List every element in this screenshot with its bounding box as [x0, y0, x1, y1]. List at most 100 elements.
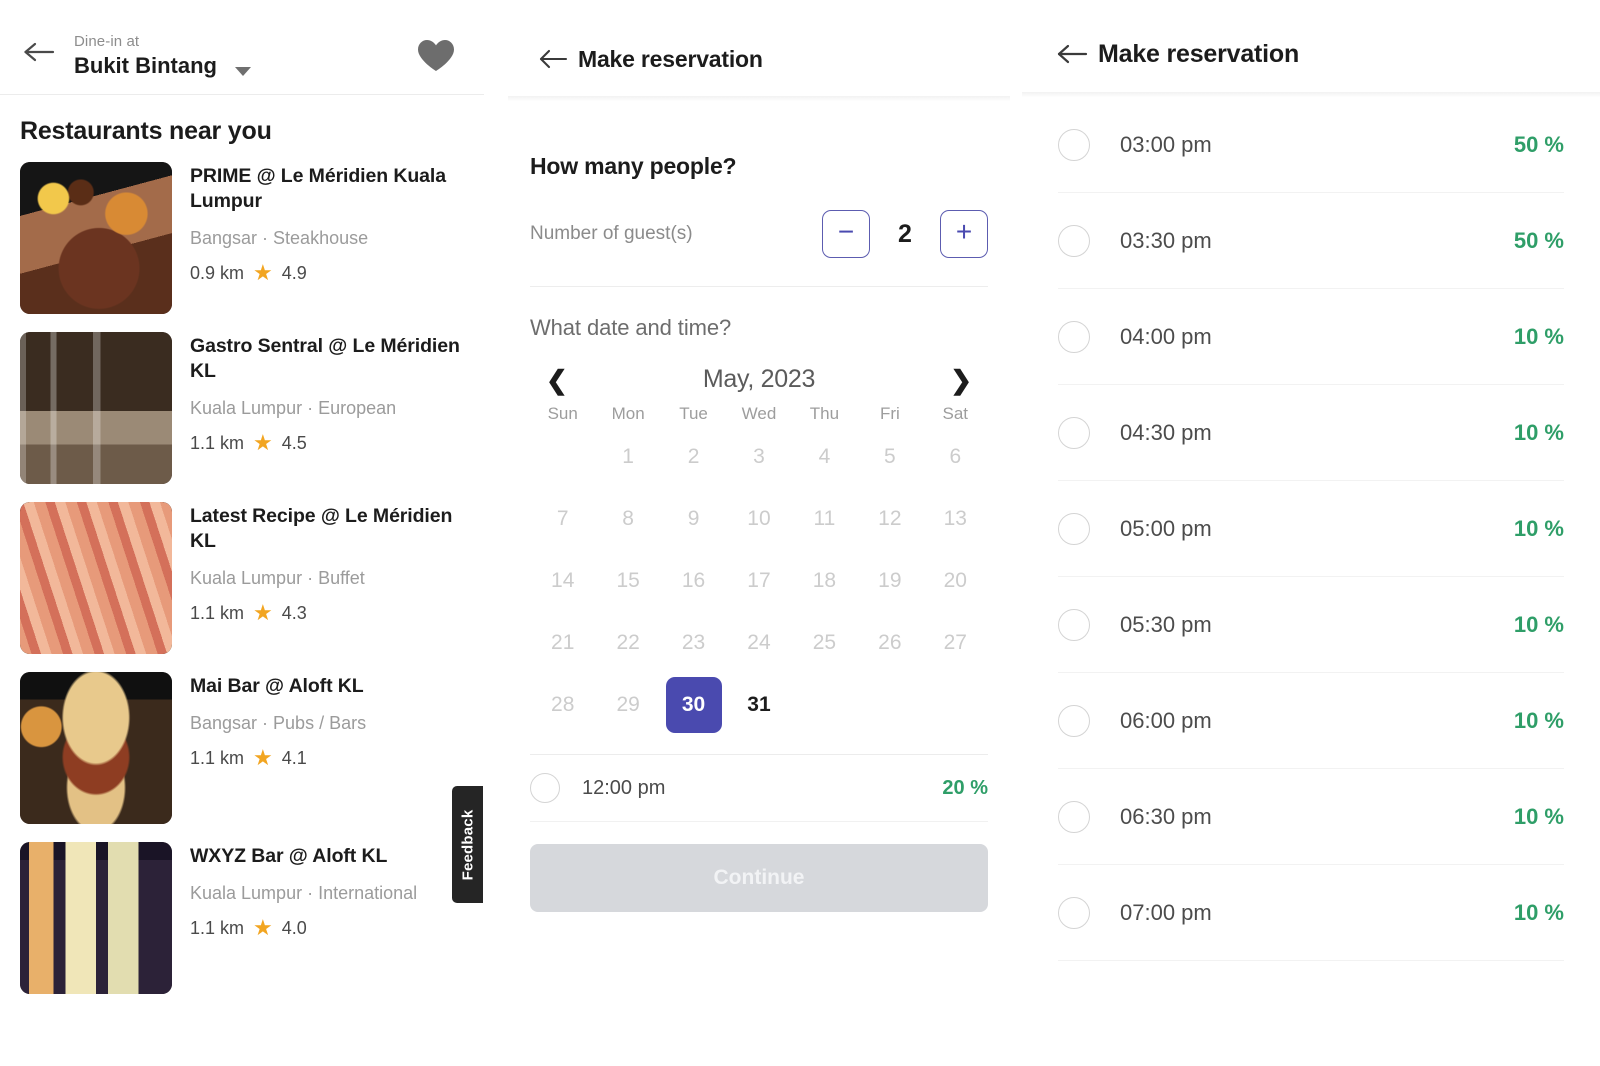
calendar-day-label: 6	[927, 429, 983, 485]
radio-icon[interactable]	[1058, 609, 1090, 641]
time-slot-discount: 10 %	[1514, 900, 1564, 926]
restaurant-info: WXYZ Bar @ Aloft KL Kuala Lumpur · Inter…	[190, 842, 484, 939]
calendar-day-4: 4	[792, 426, 857, 488]
restaurant-list: PRIME @ Le Méridien Kuala Lumpur Bangsar…	[0, 162, 484, 997]
restaurant-distance: 1.1 km	[190, 432, 244, 454]
page-title: Restaurants near you	[20, 117, 484, 146]
calendar-day-21: 21	[530, 612, 595, 674]
calendar-day-31[interactable]: 31	[726, 674, 791, 736]
list-item[interactable]: WXYZ Bar @ Aloft KL Kuala Lumpur · Inter…	[0, 842, 484, 997]
calendar-day-label: 12	[862, 491, 918, 547]
radio-icon[interactable]	[530, 773, 560, 803]
calendar-day-28: 28	[530, 674, 595, 736]
calendar-dow-thu: Thu	[792, 394, 857, 426]
calendar-day-30[interactable]: 30	[661, 674, 726, 736]
time-slot-row[interactable]: 03:30 pm50 %	[1058, 193, 1564, 289]
calendar-day-11: 11	[792, 488, 857, 550]
time-slot-row[interactable]: 04:30 pm10 %	[1058, 385, 1564, 481]
guest-count-row: Number of guest(s) − 2 +	[530, 210, 988, 287]
time-slot-row[interactable]: 04:00 pm10 %	[1058, 289, 1564, 385]
radio-icon[interactable]	[1058, 705, 1090, 737]
restaurant-meta: Bangsar · Steakhouse	[190, 227, 470, 249]
page-title: Make reservation	[1098, 40, 1299, 69]
back-arrow-icon[interactable]	[1056, 42, 1088, 71]
radio-icon[interactable]	[1058, 321, 1090, 353]
time-slot-row[interactable]: 05:00 pm10 %	[1058, 481, 1564, 577]
calendar-days-grid: 1234567891011121314151617181920212223242…	[530, 426, 988, 736]
people-question-label: How many people?	[530, 153, 988, 180]
time-slot-discount: 50 %	[1514, 132, 1564, 158]
calendar-day-5: 5	[857, 426, 922, 488]
slots-header: Make reservation	[1022, 0, 1600, 92]
calendar-day-blank	[530, 426, 595, 488]
restaurant-rating: 4.3	[282, 602, 307, 624]
increment-guest-button[interactable]: +	[940, 210, 988, 258]
calendar-day-label: 15	[600, 553, 656, 609]
calendar-nav: ❮ May, 2023 ❯	[530, 365, 988, 394]
radio-icon[interactable]	[1058, 129, 1090, 161]
chevron-left-icon[interactable]: ❮	[546, 367, 568, 393]
back-arrow-icon[interactable]	[22, 40, 56, 64]
calendar-day-16: 16	[661, 550, 726, 612]
time-slot-row[interactable]: 03:00 pm50 %	[1058, 97, 1564, 193]
calendar-day-15: 15	[595, 550, 660, 612]
feedback-tab[interactable]: Feedback	[452, 786, 483, 903]
time-slot-row[interactable]: 07:00 pm10 %	[1058, 865, 1564, 961]
list-item[interactable]: PRIME @ Le Méridien Kuala Lumpur Bangsar…	[0, 162, 484, 332]
calendar-day-label: 30	[666, 677, 722, 733]
calendar-day-label: 14	[535, 553, 591, 609]
restaurant-distance: 0.9 km	[190, 262, 244, 284]
calendar-day-label: 19	[862, 553, 918, 609]
calendar-day-label: 11	[796, 491, 852, 547]
calendar-day-label: 4	[796, 429, 852, 485]
radio-icon[interactable]	[1058, 897, 1090, 929]
radio-icon[interactable]	[1058, 417, 1090, 449]
calendar-day-8: 8	[595, 488, 660, 550]
radio-icon[interactable]	[1058, 801, 1090, 833]
calendar-day-12: 12	[857, 488, 922, 550]
calendar-day-label: 3	[731, 429, 787, 485]
calendar-day-label: 16	[666, 553, 722, 609]
chevron-right-icon[interactable]: ❯	[950, 367, 972, 393]
calendar-day-23: 23	[661, 612, 726, 674]
restaurant-thumbnail	[20, 842, 172, 994]
calendar-day-label: 31	[731, 677, 787, 733]
star-icon: ★	[253, 602, 273, 624]
continue-button[interactable]: Continue	[530, 844, 988, 912]
time-slot-row[interactable]: 06:30 pm10 %	[1058, 769, 1564, 865]
heart-icon[interactable]	[416, 38, 456, 79]
list-item[interactable]: Latest Recipe @ Le Méridien KL Kuala Lum…	[0, 502, 484, 672]
restaurant-thumbnail	[20, 672, 172, 824]
radio-icon[interactable]	[1058, 225, 1090, 257]
time-slot-row[interactable]: 05:30 pm10 %	[1058, 577, 1564, 673]
calendar-dow-fri: Fri	[857, 394, 922, 426]
restaurant-rating: 4.9	[282, 262, 307, 284]
restaurant-thumbnail	[20, 332, 172, 484]
back-arrow-icon[interactable]	[538, 48, 568, 75]
star-icon: ★	[253, 432, 273, 454]
calendar-day-3: 3	[726, 426, 791, 488]
calendar-day-6: 6	[923, 426, 988, 488]
restaurant-distance: 1.1 km	[190, 602, 244, 624]
chevron-down-icon[interactable]	[235, 67, 251, 76]
restaurant-rating: 4.5	[282, 432, 307, 454]
time-slot-discount: 20 %	[942, 777, 988, 800]
list-item[interactable]: Mai Bar @ Aloft KL Bangsar · Pubs / Bars…	[0, 672, 484, 842]
radio-icon[interactable]	[1058, 513, 1090, 545]
restaurant-stats: 1.1 km ★ 4.1	[190, 747, 470, 769]
time-slot-row[interactable]: 12:00 pm 20 %	[530, 755, 988, 822]
restaurant-name: PRIME @ Le Méridien Kuala Lumpur	[190, 164, 470, 214]
restaurant-list-panel: Dine-in at Bukit Bintang Restaurants nea…	[0, 0, 484, 997]
location-selector[interactable]: Dine-in at Bukit Bintang	[74, 33, 251, 80]
star-icon: ★	[253, 262, 273, 284]
time-slot-row[interactable]: 06:00 pm10 %	[1058, 673, 1564, 769]
restaurant-info: Latest Recipe @ Le Méridien KL Kuala Lum…	[190, 502, 484, 624]
decrement-guest-button[interactable]: −	[822, 210, 870, 258]
list-item[interactable]: Gastro Sentral @ Le Méridien KL Kuala Lu…	[0, 332, 484, 502]
restaurant-info: PRIME @ Le Méridien Kuala Lumpur Bangsar…	[190, 162, 484, 284]
page-title: Make reservation	[578, 46, 763, 73]
restaurant-distance: 1.1 km	[190, 747, 244, 769]
calendar-day-13: 13	[923, 488, 988, 550]
feedback-tab-label: Feedback	[459, 809, 476, 880]
restaurant-name: Mai Bar @ Aloft KL	[190, 674, 470, 699]
